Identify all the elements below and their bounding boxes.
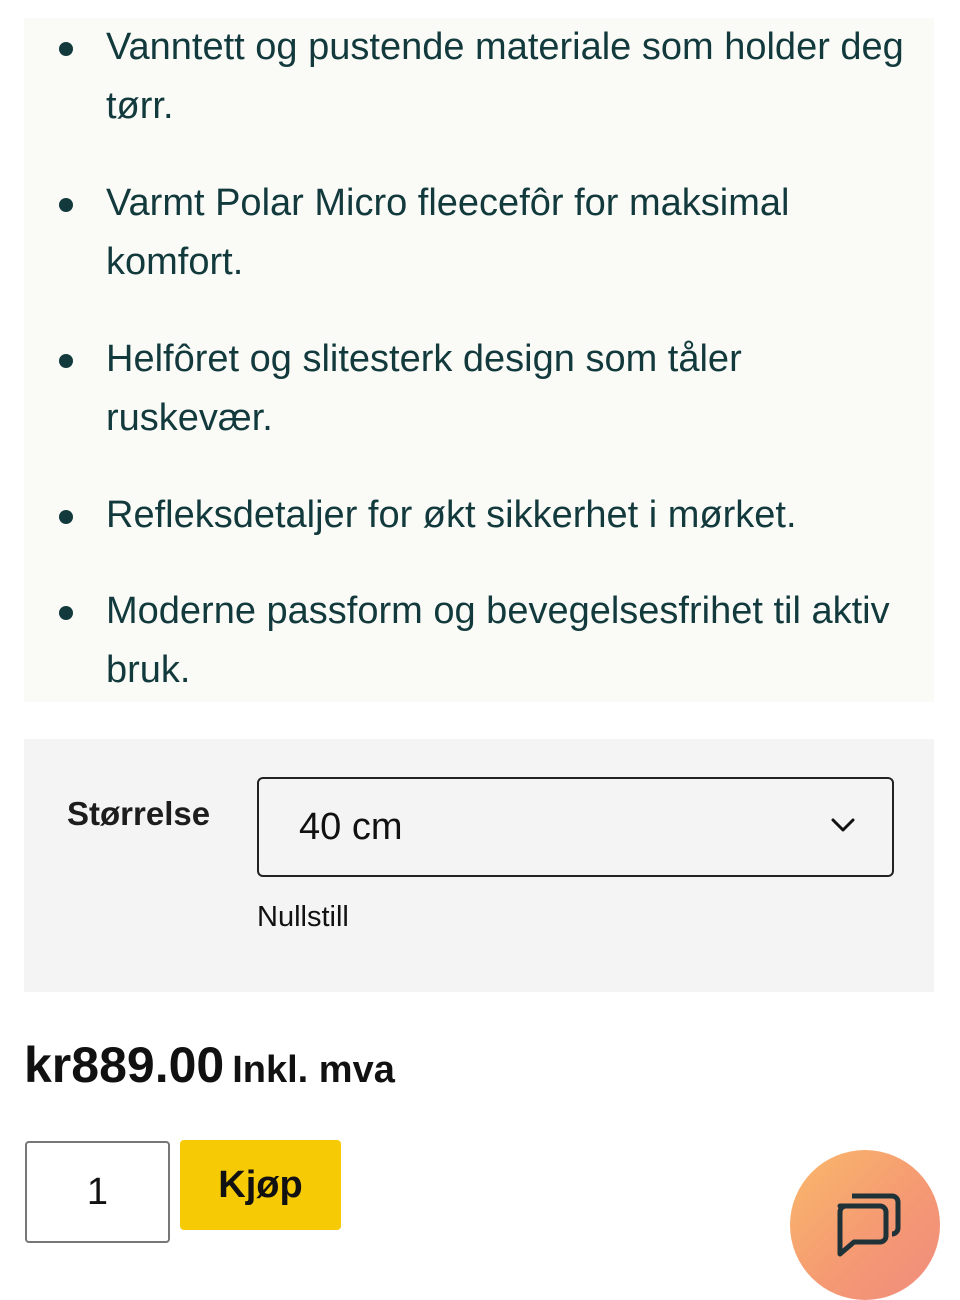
size-select-value: 40 cm [299,806,403,848]
reset-link[interactable]: Nullstill [257,901,349,934]
chevron-down-icon [831,818,855,832]
bullet-icon [59,198,73,212]
price-vat-note: Inkl. mva [232,1049,395,1091]
chat-button[interactable] [790,1150,940,1300]
feature-text: Vanntett og pustende materiale som holde… [106,26,904,127]
feature-text: Refleksdetaljer for økt sikkerhet i mørk… [106,494,797,536]
chat-icon [837,1193,901,1257]
bullet-icon [59,42,73,56]
feature-text: Helfôret og slitesterk design som tåler … [106,338,742,439]
bullet-icon [59,354,73,368]
feature-text: Moderne passform og bevegelsesfrihet til… [106,590,890,691]
price: kr889.00 Inkl. mva [24,1036,395,1094]
variant-selector: Størrelse 40 cm Nullstill [24,739,934,992]
size-select[interactable]: 40 cm [257,777,894,877]
price-amount: kr889.00 [24,1037,225,1093]
feature-list: Vanntett og pustende materiale som holde… [24,18,934,702]
bullet-icon [59,606,73,620]
size-label: Størrelse [67,795,211,832]
bullet-icon [59,510,73,524]
buy-button[interactable]: Kjøp [180,1140,341,1230]
feature-text: Varmt Polar Micro fleecefôr for maksimal… [106,182,790,283]
quantity-input[interactable]: 1 [25,1141,170,1243]
